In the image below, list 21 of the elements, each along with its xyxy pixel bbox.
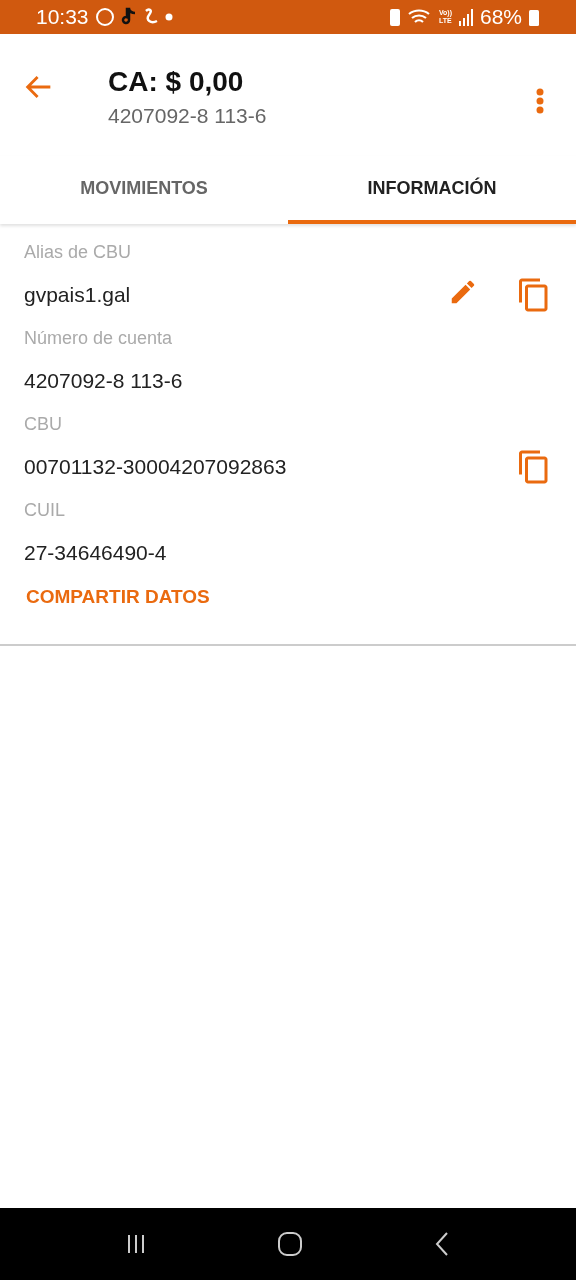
tab[interactable]: MOVIMIENTOS — [0, 156, 288, 224]
field-label: Alias de CBU — [24, 241, 133, 264]
battery-icon — [528, 7, 540, 27]
field-label: CUIL — [24, 499, 66, 522]
dot-icon — [164, 13, 173, 21]
music-note-icon — [120, 7, 137, 27]
more-options-icon[interactable] — [536, 88, 544, 114]
home-icon[interactable] — [277, 1231, 303, 1257]
field-value: 00701132-30004207092863 — [24, 455, 288, 479]
field-label: Número de cuenta — [24, 327, 174, 350]
field-value: gvpais1.gal — [24, 283, 132, 307]
field-value: 4207092-8 113-6 — [24, 369, 184, 393]
signal-icon — [457, 8, 474, 26]
share-link[interactable]: COMPARTIR DATOS — [26, 586, 210, 608]
account-number: 4207092-8 113-6 — [108, 104, 268, 128]
tab[interactable]: INFORMACIÓN — [288, 156, 576, 224]
status-time: 10:33 — [36, 5, 89, 29]
battery-percent: 68% — [479, 5, 522, 29]
account-title: CA: $ 0,00 — [108, 66, 245, 98]
field-label: CBU — [24, 413, 63, 436]
field-value: 27-34646490-4 — [24, 541, 168, 565]
